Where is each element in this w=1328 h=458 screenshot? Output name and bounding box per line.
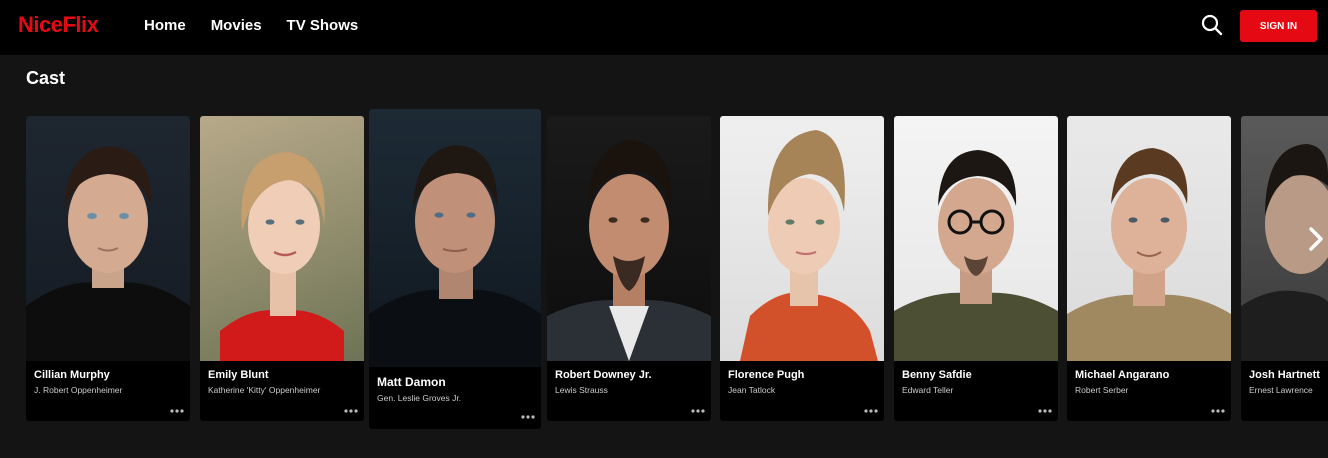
actor-photo bbox=[547, 116, 711, 361]
cast-card-cillian-murphy[interactable]: Cillian Murphy J. Robert Oppenheimer bbox=[26, 116, 190, 421]
more-options-icon[interactable] bbox=[521, 415, 535, 419]
actor-name: Matt Damon bbox=[377, 375, 446, 389]
actor-name: Emily Blunt bbox=[208, 369, 269, 381]
more-options-icon[interactable] bbox=[170, 409, 184, 413]
actor-photo bbox=[720, 116, 884, 361]
more-options-icon[interactable] bbox=[1038, 409, 1052, 413]
cast-card-florence-pugh[interactable]: Florence Pugh Jean Tatlock bbox=[720, 116, 884, 421]
character-name: Lewis Strauss bbox=[555, 385, 608, 395]
character-name: Ernest Lawrence bbox=[1249, 385, 1313, 395]
search-icon[interactable] bbox=[1200, 13, 1224, 37]
cast-card-matt-damon[interactable]: Matt Damon Gen. Leslie Groves Jr. bbox=[369, 109, 541, 429]
more-options-icon[interactable] bbox=[344, 409, 358, 413]
actor-name: Florence Pugh bbox=[728, 369, 805, 381]
actor-name: Robert Downey Jr. bbox=[555, 369, 652, 381]
character-name: J. Robert Oppenheimer bbox=[34, 385, 123, 395]
nav-tv-shows[interactable]: TV Shows bbox=[287, 17, 359, 34]
cast-card-michael-angarano[interactable]: Michael Angarano Robert Serber bbox=[1067, 116, 1231, 421]
actor-photo bbox=[1067, 116, 1231, 361]
actor-photo bbox=[200, 116, 364, 361]
character-name: Katherine 'Kitty' Oppenheimer bbox=[208, 385, 321, 395]
actor-name: Cillian Murphy bbox=[34, 369, 110, 381]
top-navbar: NiceFlix Home Movies TV Shows SIGN IN bbox=[0, 0, 1328, 55]
nav-links: Home Movies TV Shows bbox=[144, 17, 358, 34]
character-name: Gen. Leslie Groves Jr. bbox=[377, 393, 462, 403]
sign-in-button[interactable]: SIGN IN bbox=[1240, 10, 1317, 42]
cast-card-benny-safdie[interactable]: Benny Safdie Edward Teller bbox=[894, 116, 1058, 421]
cast-card-emily-blunt[interactable]: Emily Blunt Katherine 'Kitty' Oppenheime… bbox=[200, 116, 364, 421]
cast-card-robert-downey-jr[interactable]: Robert Downey Jr. Lewis Strauss bbox=[547, 116, 711, 421]
character-name: Jean Tatlock bbox=[728, 385, 776, 395]
actor-name: Josh Hartnett bbox=[1249, 369, 1320, 381]
more-options-icon[interactable] bbox=[1211, 409, 1225, 413]
more-options-icon[interactable] bbox=[864, 409, 878, 413]
character-name: Edward Teller bbox=[902, 385, 954, 395]
actor-photo bbox=[26, 116, 190, 361]
nav-home[interactable]: Home bbox=[144, 17, 186, 34]
chevron-right-icon[interactable] bbox=[1305, 225, 1327, 253]
actor-photo bbox=[369, 109, 541, 367]
nav-movies[interactable]: Movies bbox=[211, 17, 262, 34]
more-options-icon[interactable] bbox=[691, 409, 705, 413]
actor-name: Michael Angarano bbox=[1075, 369, 1170, 381]
actor-name: Benny Safdie bbox=[902, 369, 972, 381]
actor-photo bbox=[894, 116, 1058, 361]
cast-carousel: Cillian Murphy J. Robert Oppenheimer Emi… bbox=[0, 108, 1328, 438]
cast-card-josh-hartnett[interactable]: Josh Hartnett Ernest Lawrence bbox=[1241, 116, 1328, 421]
character-name: Robert Serber bbox=[1075, 385, 1129, 395]
niceflix-logo[interactable]: NiceFlix bbox=[18, 12, 99, 38]
section-title-cast: Cast bbox=[26, 68, 66, 88]
